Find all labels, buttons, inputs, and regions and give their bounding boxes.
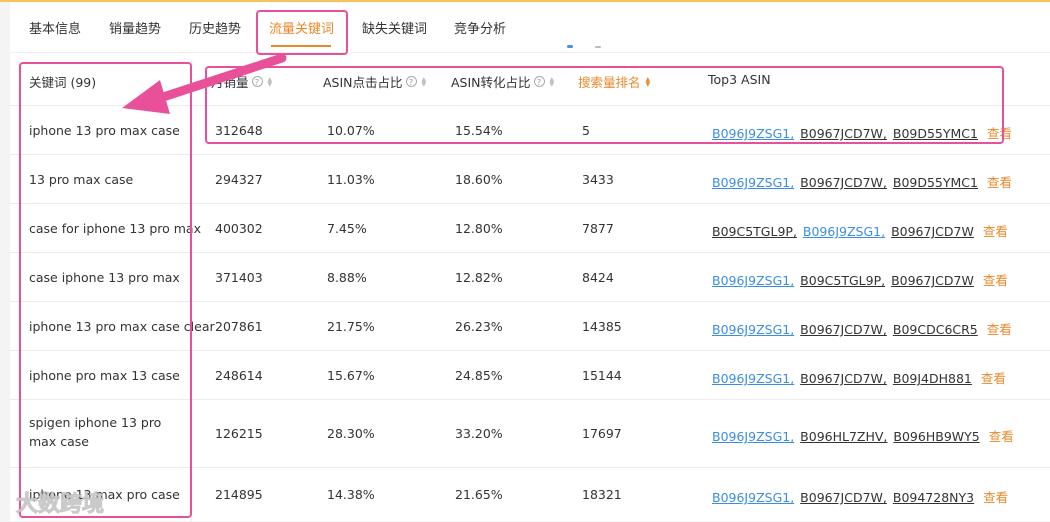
asin-link[interactable]: B096HL7ZHV, bbox=[800, 429, 887, 444]
tab-sales-trend[interactable]: 销量趋势 bbox=[109, 18, 161, 37]
view-link[interactable]: 查看 bbox=[987, 175, 1012, 190]
search-rank-cell: 14385 bbox=[582, 319, 622, 334]
search-rank-cell: 17697 bbox=[582, 426, 622, 441]
conversion-share-cell: 18.60% bbox=[455, 172, 503, 187]
monthly-sales-cell: 207861 bbox=[215, 319, 263, 334]
tab-competition-analysis[interactable]: 竞争分析 bbox=[454, 18, 506, 37]
asin-link[interactable]: B096J9ZSG1, bbox=[712, 429, 794, 444]
scroll-indicator bbox=[567, 45, 573, 48]
asin-link[interactable]: B09J4DH881 bbox=[893, 371, 972, 386]
conversion-share-cell: 33.20% bbox=[455, 426, 503, 441]
asin-link[interactable]: B096J9ZSG1, bbox=[712, 175, 794, 190]
asin-link[interactable]: B0967JCD7W bbox=[891, 224, 974, 239]
top3-asin-cell: B096J9ZSG1, B0967JCD7W, B09J4DH881 查看 bbox=[712, 368, 1006, 387]
top3-asin-cell: B096J9ZSG1, B096HL7ZHV, B096HB9WY5 查看 bbox=[712, 426, 1014, 445]
top3-asin-cell: B096J9ZSG1, B0967JCD7W, B094728NY3 查看 bbox=[712, 487, 1008, 506]
search-rank-cell: 15144 bbox=[582, 368, 622, 383]
asin-link[interactable]: B0967JCD7W, bbox=[800, 322, 887, 337]
asin-link[interactable]: B096J9ZSG1, bbox=[712, 371, 794, 386]
monthly-sales-cell: 371403 bbox=[215, 270, 263, 285]
asin-link[interactable]: B096J9ZSG1, bbox=[712, 322, 794, 337]
search-rank-cell: 18321 bbox=[582, 487, 622, 502]
first-row-highlight-box bbox=[205, 66, 1004, 144]
search-rank-cell: 3433 bbox=[582, 172, 614, 187]
top3-asin-cell: B09C5TGL9P, B096J9ZSG1, B0967JCD7W 查看 bbox=[712, 221, 1008, 240]
watermark-text: 大数跨境 bbox=[15, 492, 105, 518]
monthly-sales-cell: 214895 bbox=[215, 487, 263, 502]
asin-link[interactable]: B0967JCD7W, bbox=[800, 490, 887, 505]
product-detail-card: 基本信息 销量趋势 历史趋势 流量关键词 缺失关键词 竞争分析 关键词 (99)… bbox=[10, 2, 1050, 521]
view-link[interactable]: 查看 bbox=[987, 322, 1012, 337]
asin-link[interactable]: B096HB9WY5 bbox=[893, 429, 979, 444]
asin-link[interactable]: B0967JCD7W, bbox=[800, 371, 887, 386]
tab-bar: 基本信息 销量趋势 历史趋势 流量关键词 缺失关键词 竞争分析 bbox=[10, 2, 1050, 53]
tab-basic-info[interactable]: 基本信息 bbox=[29, 18, 81, 37]
asin-link[interactable]: B09D55YMC1 bbox=[893, 175, 978, 190]
conversion-share-cell: 26.23% bbox=[455, 319, 503, 334]
asin-link[interactable]: B09C5TGL9P, bbox=[800, 273, 885, 288]
monthly-sales-cell: 126215 bbox=[215, 426, 263, 441]
view-link[interactable]: 查看 bbox=[983, 273, 1008, 288]
annotation-arrow-icon bbox=[122, 53, 287, 114]
top3-asin-cell: B096J9ZSG1, B09C5TGL9P, B0967JCD7W 查看 bbox=[712, 270, 1008, 289]
click-share-cell: 8.88% bbox=[327, 270, 367, 285]
conversion-share-cell: 24.85% bbox=[455, 368, 503, 383]
search-rank-cell: 8424 bbox=[582, 270, 614, 285]
asin-link[interactable]: B094728NY3 bbox=[893, 490, 974, 505]
scroll-indicator-secondary bbox=[595, 46, 601, 48]
watermark-logo: 大数跨境 bbox=[15, 486, 105, 518]
search-rank-cell: 7877 bbox=[582, 221, 614, 236]
click-share-cell: 21.75% bbox=[327, 319, 375, 334]
view-link[interactable]: 查看 bbox=[989, 429, 1014, 444]
click-share-cell: 14.38% bbox=[327, 487, 375, 502]
conversion-share-cell: 21.65% bbox=[455, 487, 503, 502]
monthly-sales-cell: 400302 bbox=[215, 221, 263, 236]
tab-missing-keywords[interactable]: 缺失关键词 bbox=[362, 18, 427, 37]
view-link[interactable]: 查看 bbox=[983, 224, 1008, 239]
monthly-sales-cell: 248614 bbox=[215, 368, 263, 383]
top3-asin-cell: B096J9ZSG1, B0967JCD7W, B09D55YMC1 查看 bbox=[712, 172, 1012, 191]
click-share-cell: 7.45% bbox=[327, 221, 367, 236]
click-share-cell: 15.67% bbox=[327, 368, 375, 383]
asin-link[interactable]: B0967JCD7W bbox=[891, 273, 974, 288]
click-share-cell: 11.03% bbox=[327, 172, 375, 187]
conversion-share-cell: 12.80% bbox=[455, 221, 503, 236]
click-share-cell: 28.30% bbox=[327, 426, 375, 441]
tab-history-trend[interactable]: 历史趋势 bbox=[189, 18, 241, 37]
view-link[interactable]: 查看 bbox=[981, 371, 1006, 386]
asin-link[interactable]: B096J9ZSG1, bbox=[712, 490, 794, 505]
active-tab-highlight-box bbox=[256, 10, 348, 55]
asin-link[interactable]: B096J9ZSG1, bbox=[712, 273, 794, 288]
asin-link[interactable]: B09C5TGL9P, bbox=[712, 224, 797, 239]
top3-asin-cell: B096J9ZSG1, B0967JCD7W, B09CDC6CR5 查看 bbox=[712, 319, 1012, 338]
asin-link[interactable]: B096J9ZSG1, bbox=[803, 224, 885, 239]
view-link[interactable]: 查看 bbox=[983, 490, 1008, 505]
asin-link[interactable]: B09CDC6CR5 bbox=[893, 322, 978, 337]
monthly-sales-cell: 294327 bbox=[215, 172, 263, 187]
conversion-share-cell: 12.82% bbox=[455, 270, 503, 285]
keyword-column-highlight-box bbox=[19, 62, 192, 518]
asin-link[interactable]: B0967JCD7W, bbox=[800, 175, 887, 190]
